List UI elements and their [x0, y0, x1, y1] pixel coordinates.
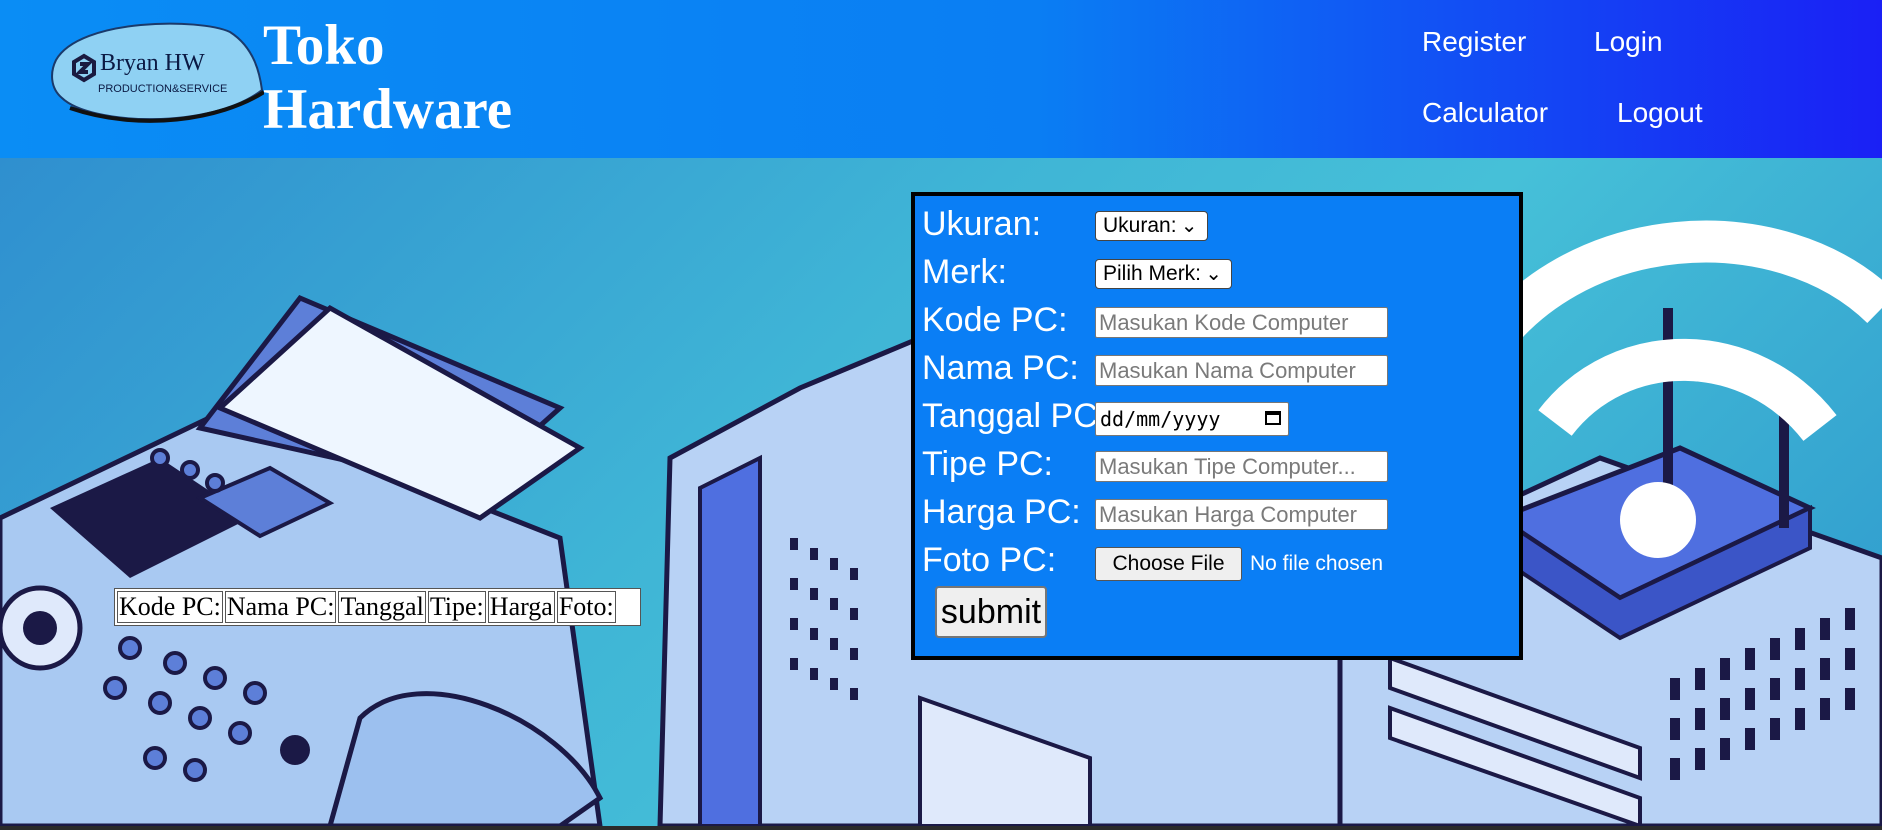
- merk-select-value: Pilih Merk:: [1103, 262, 1202, 285]
- site-header: Bryan HW PRODUCTION&SERVICE Toko Hardwar…: [0, 0, 1882, 158]
- table-header-row: Kode PC: Nama PC: Tanggal Tipe: Harga Fo…: [117, 591, 638, 623]
- tipe-pc-label: Tipe PC:: [922, 445, 1054, 483]
- table-header-nama: Nama PC:: [224, 591, 337, 623]
- chevron-down-icon: ⌄: [1180, 215, 1198, 237]
- file-status-text: No file chosen: [1250, 552, 1384, 575]
- ukuran-select-value: Ukuran:: [1103, 214, 1177, 237]
- nama-pc-label: Nama PC:: [922, 349, 1079, 387]
- harga-pc-input[interactable]: Masukan Harga Computer: [1095, 499, 1388, 530]
- submit-button[interactable]: submit: [935, 586, 1047, 638]
- brand-line-1: Toko: [263, 14, 385, 77]
- tanggal-pc-label: Tanggal PC:: [922, 397, 1108, 435]
- merk-select[interactable]: Pilih Merk: ⌄: [1095, 259, 1233, 289]
- nav-register-link[interactable]: Register: [1422, 26, 1526, 58]
- table-header-foto: Foto:: [556, 591, 616, 623]
- pc-data-table: Kode PC: Nama PC: Tanggal Tipe: Harga Fo…: [114, 588, 641, 626]
- calendar-icon[interactable]: [1265, 411, 1281, 425]
- nav-logout-link[interactable]: Logout: [1617, 97, 1703, 129]
- table-header-tanggal: Tanggal: [338, 591, 426, 623]
- table-empty-cell: [618, 591, 638, 623]
- harga-pc-label: Harga PC:: [922, 493, 1081, 531]
- bottom-border: [0, 826, 1882, 830]
- choose-file-button[interactable]: Choose File: [1095, 547, 1242, 581]
- table-header-kode: Kode PC:: [117, 591, 223, 623]
- table-header-tipe: Tipe:: [427, 591, 486, 623]
- foto-pc-label: Foto PC:: [922, 541, 1057, 579]
- site-brand: Toko Hardware: [263, 14, 512, 142]
- ukuran-select[interactable]: Ukuran: ⌄: [1095, 211, 1208, 241]
- tipe-pc-input[interactable]: Masukan Tipe Computer...: [1095, 451, 1388, 482]
- brand-line-2: Hardware: [263, 78, 513, 141]
- nav-calculator-link[interactable]: Calculator: [1422, 97, 1548, 129]
- table-header-harga: Harga: [487, 591, 555, 623]
- fax-machine-illustration: [0, 294, 604, 826]
- kode-pc-label: Kode PC:: [922, 301, 1068, 339]
- chevron-down-icon: ⌄: [1205, 263, 1223, 285]
- tanggal-pc-date-input[interactable]: dd/mm/yyyy: [1095, 402, 1289, 436]
- nama-pc-input[interactable]: Masukan Nama Computer: [1095, 355, 1388, 386]
- nav-login-link[interactable]: Login: [1594, 26, 1663, 58]
- svg-text:Bryan HW: Bryan HW: [100, 50, 205, 76]
- kode-pc-input[interactable]: Masukan Kode Computer: [1095, 307, 1388, 338]
- pc-input-form: Ukuran: Ukuran: ⌄ Merk: Pilih Merk: ⌄ Kode…: [911, 192, 1523, 660]
- merk-label: Merk:: [922, 253, 1007, 291]
- tanggal-pc-date-value: dd/mm/yyyy: [1100, 407, 1221, 431]
- svg-text:PRODUCTION&SERVICE: PRODUCTION&SERVICE: [98, 83, 227, 95]
- ukuran-label: Ukuran:: [922, 205, 1042, 243]
- bryan-hw-logo: Bryan HW PRODUCTION&SERVICE: [51, 22, 264, 123]
